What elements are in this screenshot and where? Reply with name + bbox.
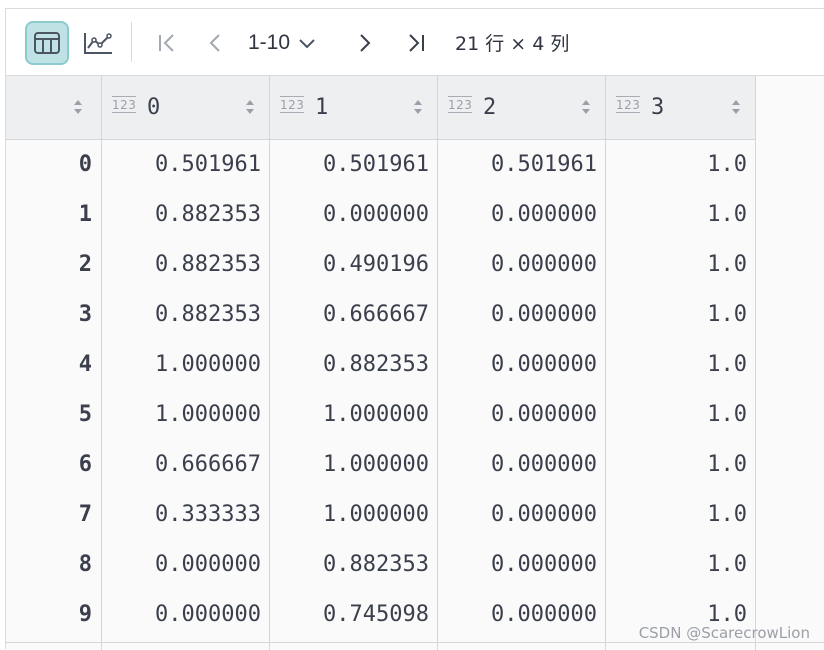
table-cell[interactable]: 1.000000 — [102, 390, 270, 440]
table-cell[interactable]: 0.000000 — [438, 590, 606, 640]
table-row[interactable]: 4 1.000000 0.882353 0.000000 1.0 — [6, 340, 756, 390]
table-cell[interactable]: 1.0 — [606, 240, 756, 290]
table-row[interactable]: 8 0.000000 0.882353 0.000000 1.0 — [6, 540, 756, 590]
table-bottom-border — [6, 642, 824, 643]
table-cell[interactable]: 1.0 — [606, 190, 756, 240]
table-cell[interactable]: 0.000000 — [438, 340, 606, 390]
table-cell[interactable]: 0.501961 — [102, 140, 270, 190]
table-cell[interactable]: 1.000000 — [270, 390, 438, 440]
table-view-button[interactable] — [25, 21, 69, 65]
row-index: 3 — [6, 290, 102, 340]
row-index: 6 — [6, 440, 102, 490]
numeric-type-icon: 123 — [448, 96, 473, 113]
chart-view-button[interactable] — [78, 21, 118, 65]
table-cell[interactable]: 1.0 — [606, 340, 756, 390]
previous-page-button[interactable] — [199, 23, 231, 63]
row-index: 8 — [6, 540, 102, 590]
table-cell[interactable]: 0.666667 — [270, 290, 438, 340]
table-cell[interactable]: 1.0 — [606, 490, 756, 540]
row-index: 9 — [6, 590, 102, 640]
table-cell[interactable]: 0.000000 — [438, 540, 606, 590]
table-icon — [34, 32, 60, 54]
table-cell[interactable]: 1.000000 — [102, 340, 270, 390]
column-name: 1 — [315, 95, 329, 120]
table-cell[interactable]: 0.882353 — [102, 240, 270, 290]
table-cell[interactable]: 1.0 — [606, 390, 756, 440]
table-row[interactable]: 0 0.501961 0.501961 0.501961 1.0 — [6, 140, 756, 190]
column-header-3[interactable]: 123 3 — [606, 76, 756, 140]
column-header-1[interactable]: 123 1 — [270, 76, 438, 140]
table-row[interactable]: 5 1.000000 1.000000 0.000000 1.0 — [6, 390, 756, 440]
page-range-dropdown[interactable]: 1-10 — [248, 23, 332, 63]
column-header-0[interactable]: 123 0 — [102, 76, 270, 140]
chevron-left-icon — [209, 34, 220, 52]
watermark: CSDN @ScarecrowLion — [638, 624, 810, 642]
table-cell[interactable]: 0.666667 — [102, 440, 270, 490]
column-header-2[interactable]: 123 2 — [438, 76, 606, 140]
last-page-icon — [409, 34, 424, 52]
column-name: 0 — [147, 95, 161, 120]
table-cell[interactable]: 0.000000 — [438, 240, 606, 290]
table-cell[interactable]: 1.0 — [606, 140, 756, 190]
toolbar-divider — [131, 22, 132, 62]
chevron-right-icon — [360, 34, 371, 52]
index-header[interactable] — [6, 76, 102, 140]
page-range-label: 1-10 — [248, 31, 291, 54]
table-cell[interactable]: 0.000000 — [438, 390, 606, 440]
first-page-icon — [159, 34, 174, 52]
table-cell[interactable]: 1.0 — [606, 290, 756, 340]
row-index: 5 — [6, 390, 102, 440]
table-cell[interactable]: 0.501961 — [270, 140, 438, 190]
row-column-count: 21 行 × 4 列 — [455, 33, 570, 55]
table-header: 123 0 123 1 123 2 123 3 — [6, 76, 756, 140]
table-cell[interactable]: 0.882353 — [270, 540, 438, 590]
table-row[interactable]: 2 0.882353 0.490196 0.000000 1.0 — [6, 240, 756, 290]
next-page-button[interactable] — [349, 23, 381, 63]
table-cell[interactable]: 1.000000 — [270, 490, 438, 540]
sort-icon[interactable] — [581, 98, 591, 116]
row-index: 1 — [6, 190, 102, 240]
table-cell[interactable]: 0.745098 — [270, 590, 438, 640]
first-page-button[interactable] — [149, 23, 185, 63]
numeric-type-icon: 123 — [616, 96, 641, 113]
table-cell[interactable]: 0.882353 — [270, 340, 438, 390]
table-cell[interactable]: 1.000000 — [270, 440, 438, 490]
table-cell[interactable]: 0.333333 — [102, 490, 270, 540]
row-index: 0 — [6, 140, 102, 190]
column-name: 2 — [483, 95, 497, 120]
toolbar: 1-10 21 行 × 4 列 — [6, 9, 824, 76]
table-cell[interactable]: 1.0 — [606, 540, 756, 590]
table-cell[interactable]: 0.000000 — [102, 540, 270, 590]
row-index: 2 — [6, 240, 102, 290]
table-cell[interactable]: 0.490196 — [270, 240, 438, 290]
sort-icon[interactable] — [245, 98, 255, 116]
table-row[interactable]: 7 0.333333 1.000000 0.000000 1.0 — [6, 490, 756, 540]
sort-icon[interactable] — [731, 98, 741, 116]
table-cell[interactable]: 0.501961 — [438, 140, 606, 190]
chevron-down-icon — [299, 39, 315, 49]
table-cell[interactable]: 0.000000 — [438, 290, 606, 340]
numeric-type-icon: 123 — [112, 96, 137, 113]
table-row[interactable]: 3 0.882353 0.666667 0.000000 1.0 — [6, 290, 756, 340]
table-cell[interactable]: 0.000000 — [438, 490, 606, 540]
line-chart-icon — [84, 33, 112, 54]
table-row[interactable]: 6 0.666667 1.000000 0.000000 1.0 — [6, 440, 756, 490]
table-cell[interactable]: 0.882353 — [102, 290, 270, 340]
table-cell[interactable]: 0.000000 — [438, 440, 606, 490]
table-cell[interactable]: 0.000000 — [438, 190, 606, 240]
numeric-type-icon: 123 — [280, 96, 305, 113]
column-name: 3 — [651, 95, 665, 120]
table-row[interactable]: 1 0.882353 0.000000 0.000000 1.0 — [6, 190, 756, 240]
row-index: 7 — [6, 490, 102, 540]
table-body: 0 0.501961 0.501961 0.501961 1.0 1 0.882… — [6, 140, 756, 640]
table-cell[interactable]: 0.000000 — [270, 190, 438, 240]
dataframe-viewer: 1-10 21 行 × 4 列 123 0 123 1 123 2 123 3 … — [5, 8, 824, 650]
table-cell[interactable]: 1.0 — [606, 440, 756, 490]
table-cell[interactable]: 0.882353 — [102, 190, 270, 240]
table-cell[interactable]: 0.000000 — [102, 590, 270, 640]
sort-icon[interactable] — [73, 98, 83, 116]
row-index: 4 — [6, 340, 102, 390]
last-page-button[interactable] — [398, 23, 434, 63]
sort-icon[interactable] — [413, 98, 423, 116]
